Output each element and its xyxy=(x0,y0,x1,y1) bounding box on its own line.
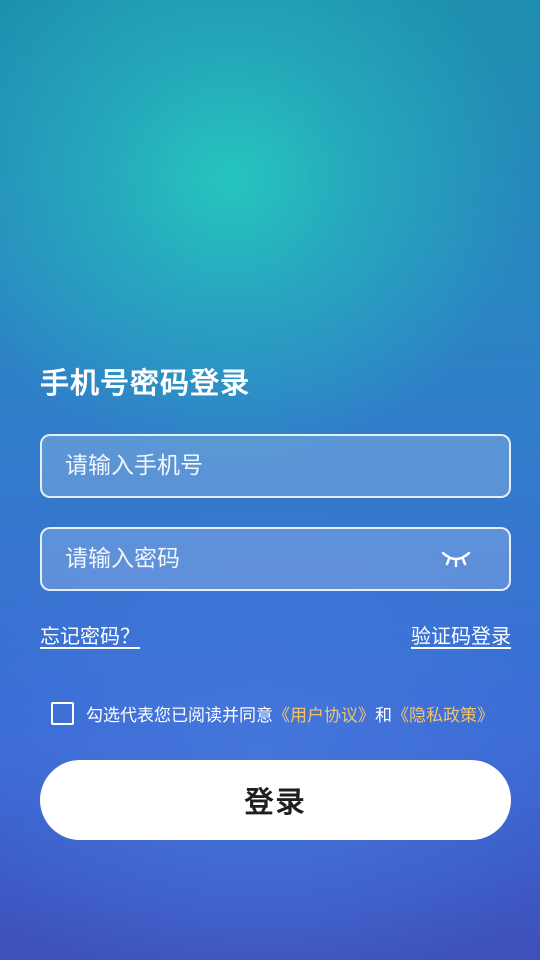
user-agreement-link[interactable]: 《用户协议》 xyxy=(273,706,375,726)
sms-login-link[interactable]: 验证码登录 xyxy=(411,620,511,649)
page-title: 手机号密码登录 xyxy=(40,366,251,400)
agreement-conjunction: 和 xyxy=(375,706,392,726)
phone-input[interactable] xyxy=(42,436,509,496)
password-field-container xyxy=(40,527,511,591)
auth-links: 忘记密码？ 验证码登录 xyxy=(40,620,511,649)
agreement-row: 勾选代表您已阅读并同意《用户协议》和《隐私政策》 xyxy=(51,701,494,726)
agreement-prefix: 勾选代表您已阅读并同意 xyxy=(86,706,273,726)
phone-field-container xyxy=(40,434,511,498)
forgot-password-link[interactable]: 忘记密码？ xyxy=(40,620,140,649)
eye-closed-icon[interactable] xyxy=(439,547,473,571)
agreement-text: 勾选代表您已阅读并同意《用户协议》和《隐私政策》 xyxy=(86,701,494,726)
privacy-policy-link[interactable]: 《隐私政策》 xyxy=(392,706,494,726)
login-button[interactable]: 登录 xyxy=(40,760,511,840)
agreement-checkbox[interactable] xyxy=(51,702,74,725)
password-input[interactable] xyxy=(42,529,439,589)
